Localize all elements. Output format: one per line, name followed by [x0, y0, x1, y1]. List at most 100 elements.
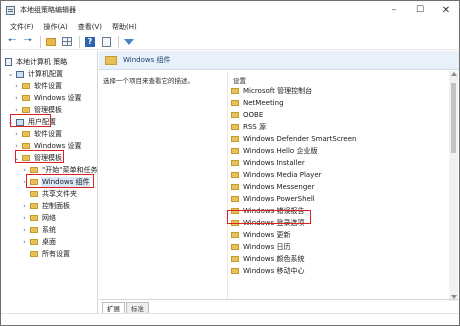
settings-list-item-label: Windows 更新 [243, 231, 291, 239]
chevron-right-icon[interactable]: › [21, 166, 28, 174]
settings-list-item[interactable]: Windows Installer [231, 157, 305, 169]
tree-item[interactable]: › 软件设置 [13, 80, 63, 92]
forward-arrow-icon[interactable]: 🠖 [21, 35, 35, 49]
chevron-right-icon[interactable]: › [21, 178, 28, 186]
filter-icon [124, 38, 134, 45]
tree-item[interactable]: › 网络 [21, 212, 57, 224]
tree-item-label: 管理模板 [34, 106, 62, 114]
settings-list-item[interactable]: RSS 源 [231, 121, 266, 133]
settings-list-item[interactable]: Windows Defender SmartScreen [231, 133, 356, 145]
settings-list-item[interactable]: Windows 登录选项 [231, 217, 304, 229]
chevron-right-icon[interactable]: › [21, 226, 28, 234]
tree-item[interactable]: › 系统 [21, 224, 57, 236]
tree-item[interactable]: › 控制面板 [21, 200, 71, 212]
settings-list-item-label: Windows 日历 [243, 243, 291, 251]
scrollbar-thumb[interactable] [451, 83, 456, 153]
tree-item[interactable]: 共享文件夹 [21, 188, 78, 200]
menu-help[interactable]: 帮助(H) [107, 22, 142, 32]
folder-icon [231, 160, 239, 166]
help-button[interactable]: ? [83, 35, 97, 49]
tab-extended[interactable]: 扩展 [102, 302, 125, 313]
chevron-right-icon[interactable]: › [13, 106, 20, 114]
window-title: 本地组策略编辑器 [20, 6, 76, 14]
tree-item-label: Windows 设置 [34, 142, 82, 150]
tree-item[interactable]: › 软件设置 [13, 128, 63, 140]
settings-list-item[interactable]: Windows 错误报告 [231, 205, 304, 217]
tree-item[interactable]: ⌄ 用户配置 [7, 116, 57, 128]
settings-list-item-label: Microsoft 管理控制台 [243, 87, 313, 95]
tree-item[interactable]: 所有设置 [21, 248, 71, 260]
folder-icon [231, 184, 239, 190]
tree-item-label: 控制面板 [42, 202, 70, 210]
navigation-tree: 本地计算机 策略 ⌄ 计算机配置 › 软件设置 › Windows 设置 › 管理模板 ⌄ 用户配置… [1, 51, 98, 313]
back-arrow-icon[interactable]: 🠔 [5, 35, 19, 49]
close-button[interactable]: ✕ [433, 1, 459, 19]
settings-list-item-label: Windows Defender SmartScreen [243, 135, 357, 143]
folder-icon [22, 131, 30, 137]
properties-button[interactable] [99, 35, 113, 49]
chevron-right-icon[interactable]: › [21, 202, 28, 210]
toolbar-divider [79, 35, 80, 48]
settings-list-item[interactable]: Windows 更新 [231, 229, 290, 241]
folder-icon [231, 136, 239, 142]
tree-item[interactable]: › 桌面 [21, 236, 57, 248]
gpedit-window: 本地组策略编辑器 – ☐ ✕ 文件(F) 操作(A) 查看(V) 帮助(H) 🠔… [0, 0, 460, 326]
tree-item[interactable]: › 管理模板 [13, 104, 63, 116]
folder-icon [231, 220, 239, 226]
chevron-right-icon[interactable]: › [13, 94, 20, 102]
policy-icon [5, 58, 12, 66]
settings-list-item[interactable]: Windows 移动中心 [231, 265, 304, 277]
tree-item[interactable]: › Windows 组件 [21, 176, 91, 188]
settings-list-item[interactable]: Windows 日历 [231, 241, 290, 253]
settings-list-item[interactable]: Windows Media Player [231, 169, 322, 181]
settings-list-item-label: Windows Hello 企业版 [243, 147, 318, 155]
menu-view[interactable]: 查看(V) [73, 22, 107, 32]
settings-list-item-label: Windows 错误报告 [243, 207, 305, 215]
tree-item-label: 所有设置 [42, 250, 70, 258]
chevron-down-icon[interactable]: ⌄ [7, 70, 14, 78]
settings-list-item[interactable]: Microsoft 管理控制台 [231, 85, 312, 97]
up-folder-button[interactable] [44, 35, 58, 49]
menu-file[interactable]: 文件(F) [5, 22, 39, 32]
folder-icon [231, 196, 239, 202]
chevron-right-icon[interactable]: › [13, 142, 20, 150]
pane-header: Windows 组件 [99, 51, 459, 70]
settings-column-header[interactable]: 设置 [233, 75, 246, 85]
maximize-button[interactable]: ☐ [407, 1, 433, 19]
minimize-button[interactable]: – [381, 1, 407, 19]
tree-item[interactable]: › Windows 设置 [13, 140, 82, 152]
settings-list-item[interactable]: Windows 颜色系统 [231, 253, 304, 265]
settings-list-item[interactable]: Windows PowerShell [231, 193, 315, 205]
chevron-down-icon[interactable]: ⌄ [13, 154, 20, 162]
show-hide-tree-button[interactable] [60, 35, 74, 49]
tree-item[interactable]: › "开始"菜单和任务 [21, 164, 98, 176]
tab-standard[interactable]: 标准 [126, 302, 149, 313]
settings-list-item[interactable]: Windows Hello 企业版 [231, 145, 317, 157]
filter-button[interactable] [122, 35, 136, 49]
chevron-down-icon[interactable]: ⌄ [7, 118, 14, 126]
scroll-up-icon[interactable] [451, 72, 457, 76]
tree-item[interactable]: ⌄ 计算机配置 [7, 68, 64, 80]
tree-item[interactable]: › Windows 设置 [13, 92, 82, 104]
vertical-scrollbar[interactable] [449, 71, 458, 301]
tree-item-label: 本地计算机 策略 [16, 58, 68, 66]
tree-item-label: 用户配置 [28, 118, 56, 126]
settings-list-item[interactable]: NetMeeting [231, 97, 284, 109]
tree-item[interactable]: ⌄ 管理模板 [13, 152, 63, 164]
settings-list-item[interactable]: Windows Messenger [231, 181, 314, 193]
chevron-right-icon[interactable]: › [13, 130, 20, 138]
menu-action[interactable]: 操作(A) [39, 22, 73, 32]
settings-list-item[interactable]: OOBE [231, 109, 263, 121]
tree-item-label: "开始"菜单和任务 [42, 166, 98, 174]
pane-title: Windows 组件 [123, 56, 171, 64]
tree-item-label: Windows 组件 [41, 177, 91, 187]
chevron-right-icon[interactable]: › [21, 214, 28, 222]
tree-item-label: 系统 [42, 226, 56, 234]
chevron-right-icon[interactable]: › [13, 82, 20, 90]
chevron-right-icon[interactable]: › [21, 238, 28, 246]
tree-item[interactable]: 本地计算机 策略 [5, 56, 68, 68]
tree-item-label: 软件设置 [34, 130, 62, 138]
toolbar-divider [40, 35, 41, 48]
folder-icon [231, 148, 239, 154]
settings-list-item-label: Windows 颜色系统 [243, 255, 305, 263]
